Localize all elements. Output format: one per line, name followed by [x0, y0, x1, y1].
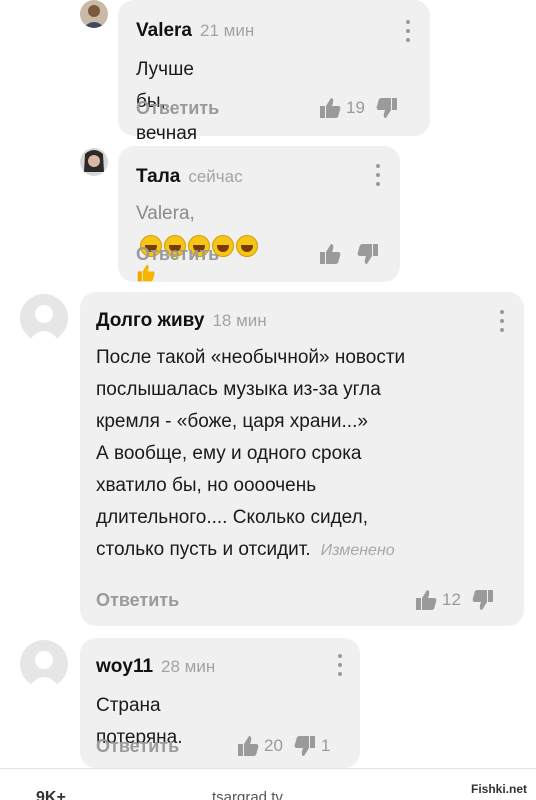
avatar[interactable] — [80, 0, 108, 28]
avatar[interactable] — [80, 148, 108, 176]
more-options-icon[interactable] — [334, 654, 346, 676]
comment-author[interactable]: Тала сейчас — [136, 166, 243, 188]
comment-time: 28 мин — [161, 657, 216, 676]
reply-button[interactable]: Ответить — [96, 736, 179, 757]
more-options-icon[interactable] — [496, 310, 508, 332]
vote-controls: 12 — [414, 588, 495, 612]
thumbs-down-icon[interactable] — [356, 242, 380, 266]
thumbs-up-icon[interactable] — [318, 242, 342, 266]
thumbs-up-icon[interactable] — [236, 734, 260, 758]
thumbs-down-icon[interactable] — [293, 734, 317, 758]
vote-controls: 19 — [318, 96, 399, 120]
thumbs-down-icon[interactable] — [375, 96, 399, 120]
thumbs-up-icon[interactable] — [318, 96, 342, 120]
thumbs-up-emoji-icon — [136, 262, 156, 295]
more-options-icon[interactable] — [402, 20, 414, 42]
like-count: 12 — [442, 590, 461, 609]
comment-time: 21 мин — [200, 21, 255, 40]
comment-time: сейчас — [188, 167, 243, 186]
reply-button[interactable]: Ответить — [96, 590, 179, 611]
avatar[interactable] — [20, 640, 68, 688]
footer-views: 9K+ — [36, 789, 66, 800]
reply-button[interactable]: Ответить — [136, 244, 219, 265]
thumbs-up-icon[interactable] — [414, 588, 438, 612]
footer-bar: 9K+ tsargrad.tv — [0, 768, 536, 800]
like-count: 20 — [264, 736, 283, 755]
dislike-count: 1 — [320, 736, 331, 755]
edited-label: Изменено — [320, 542, 395, 559]
like-count: 19 — [346, 98, 365, 117]
avatar[interactable] — [20, 294, 68, 342]
mention-link[interactable]: Valera, — [136, 203, 195, 224]
comment-author[interactable]: Долго живу 18 мин — [96, 310, 267, 332]
comment-text: После такой «необычной» новости послышал… — [96, 347, 406, 560]
comment-time: 18 мин — [212, 311, 267, 330]
vote-controls: 20 1 — [236, 734, 340, 758]
vote-controls — [318, 242, 380, 266]
more-options-icon[interactable] — [372, 164, 384, 186]
reply-button[interactable]: Ответить — [136, 98, 219, 119]
comment-author[interactable]: woy11 28 мин — [96, 656, 215, 678]
footer-source-link[interactable]: tsargrad.tv — [212, 789, 283, 800]
comment-author[interactable]: Valera 21 мин — [136, 20, 254, 42]
watermark: Fishki.net — [467, 781, 530, 797]
thumbs-down-icon[interactable] — [471, 588, 495, 612]
